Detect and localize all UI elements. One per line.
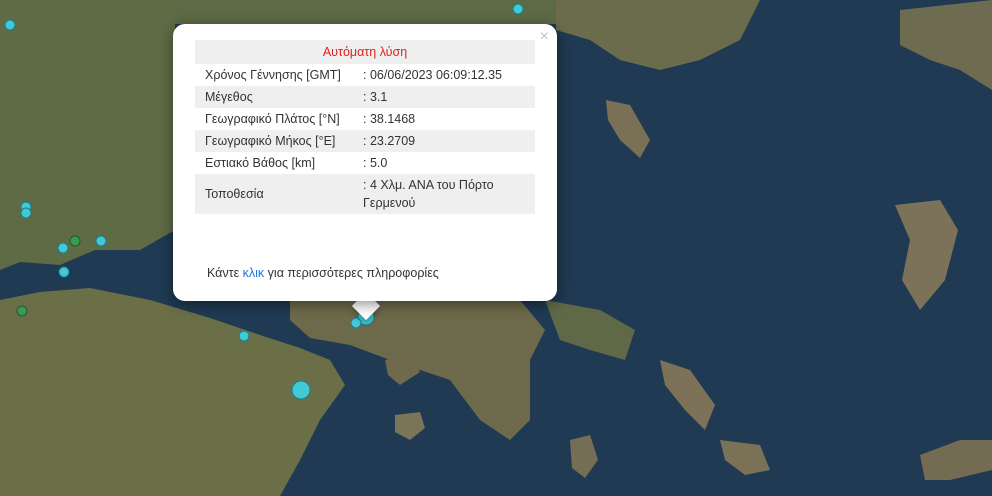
table-row: Μέγεθος : 3.1 xyxy=(195,86,535,108)
earthquake-marker[interactable] xyxy=(69,235,81,247)
more-info-link[interactable]: κλικ xyxy=(243,266,265,280)
magnitude-value: : 3.1 xyxy=(353,86,535,108)
depth-value: : 5.0 xyxy=(363,156,388,170)
location-value: : 4 Χλμ. ΑΝΑ του Πόρτο Γερμενού xyxy=(353,174,535,214)
earthquake-popup: × Αυτόματη λύση Χρόνος Γέννησης [GMT] : … xyxy=(173,24,557,301)
footer-suffix: για περισσότερες πληροφορίες xyxy=(264,266,439,280)
land-north xyxy=(175,0,560,24)
footer-prefix: Κάντε xyxy=(207,266,243,280)
popup-title: Αυτόματη λύση xyxy=(195,40,535,64)
earthquake-marker[interactable] xyxy=(20,207,32,219)
earthquake-marker[interactable] xyxy=(58,266,70,278)
land-west xyxy=(0,0,175,270)
location-label: Τοποθεσία xyxy=(195,174,353,214)
table-row: Χρόνος Γέννησης [GMT] : 06/06/2023 06:09… xyxy=(195,64,535,86)
origin-time-label: Χρόνος Γέννησης [GMT] xyxy=(205,68,341,82)
origin-time-value: : 06/06/2023 06:09:12.35 xyxy=(363,68,503,82)
earthquake-marker[interactable] xyxy=(512,3,524,15)
longitude-value: : 23.2709 xyxy=(353,130,535,152)
longitude-label: Γεωγραφικό Μήκος [°E] xyxy=(195,130,353,152)
table-row: Εστιακό Βάθος [km] : 5.0 xyxy=(195,152,535,174)
table-row: Γεωγραφικό Μήκος [°E] : 23.2709 xyxy=(195,130,535,152)
magnitude-label: Μέγεθος xyxy=(195,86,353,108)
earthquake-marker[interactable] xyxy=(95,235,107,247)
earthquake-marker[interactable] xyxy=(16,305,28,317)
earthquake-marker[interactable] xyxy=(57,242,69,254)
earthquake-marker[interactable] xyxy=(4,19,16,31)
earthquake-marker[interactable] xyxy=(238,330,250,342)
close-icon[interactable]: × xyxy=(540,28,549,46)
table-row: Τοποθεσία : 4 Χλμ. ΑΝΑ του Πόρτο Γερμενο… xyxy=(195,174,535,214)
earthquake-marker[interactable] xyxy=(350,317,362,329)
depth-label: Εστιακό Βάθος [km] xyxy=(205,156,316,170)
latitude-label: Γεωγραφικό Πλάτος [°N] xyxy=(205,112,340,126)
table-row: Γεωγραφικό Πλάτος [°N] : 38.1468 xyxy=(195,108,535,130)
earthquake-marker[interactable] xyxy=(291,380,311,400)
more-info-text: Κάντε κλικ για περισσότερες πληροφορίες xyxy=(207,266,439,280)
earthquake-info-table: Αυτόματη λύση Χρόνος Γέννησης [GMT] : 06… xyxy=(195,40,535,214)
latitude-value: : 38.1468 xyxy=(363,112,416,126)
